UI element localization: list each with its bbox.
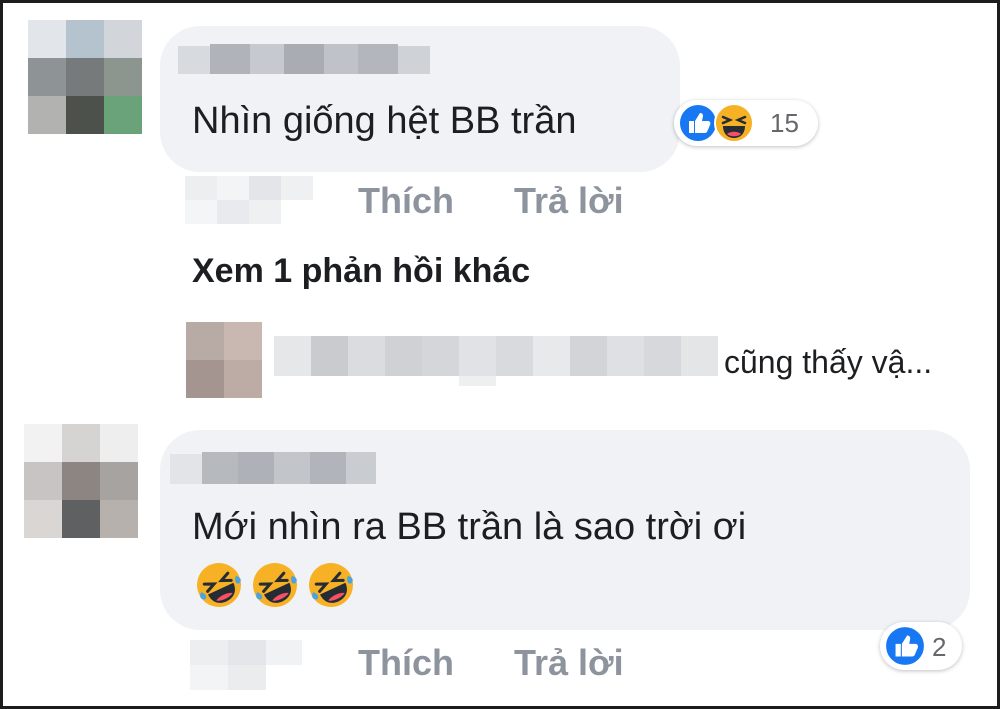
commenter-name[interactable] xyxy=(178,42,438,78)
reply-button[interactable]: Trả lời xyxy=(514,180,624,222)
comment-text: Nhìn giống hệt BB trần xyxy=(192,100,577,142)
reply-button[interactable]: Trả lời xyxy=(514,642,624,684)
rofl-icon xyxy=(309,563,353,607)
comment-timestamp[interactable] xyxy=(190,640,302,690)
like-icon xyxy=(678,103,718,143)
reaction-summary[interactable]: 15 xyxy=(674,100,818,146)
reply-author-name xyxy=(274,336,718,386)
like-icon xyxy=(884,625,926,667)
commenter-name[interactable] xyxy=(170,450,380,490)
reply-preview-text: cũng thấy vậ... xyxy=(724,344,933,380)
rofl-icon xyxy=(253,563,297,607)
avatar[interactable] xyxy=(24,424,138,538)
reaction-count: 2 xyxy=(932,632,947,662)
like-button[interactable]: Thích xyxy=(358,642,454,684)
haha-icon xyxy=(714,103,754,143)
reaction-count: 15 xyxy=(770,108,799,138)
emoji-row xyxy=(194,558,364,612)
reply-avatar xyxy=(186,322,262,398)
avatar[interactable] xyxy=(28,20,143,140)
reaction-summary[interactable]: 2 xyxy=(880,622,962,670)
comment-timestamp[interactable] xyxy=(185,176,313,224)
comment-text: Mới nhìn ra BB trần là sao trời ơi xyxy=(192,506,747,548)
like-button[interactable]: Thích xyxy=(358,180,454,222)
view-more-replies-link[interactable]: Xem 1 phản hồi khác xyxy=(192,252,530,291)
rofl-icon xyxy=(197,563,241,607)
